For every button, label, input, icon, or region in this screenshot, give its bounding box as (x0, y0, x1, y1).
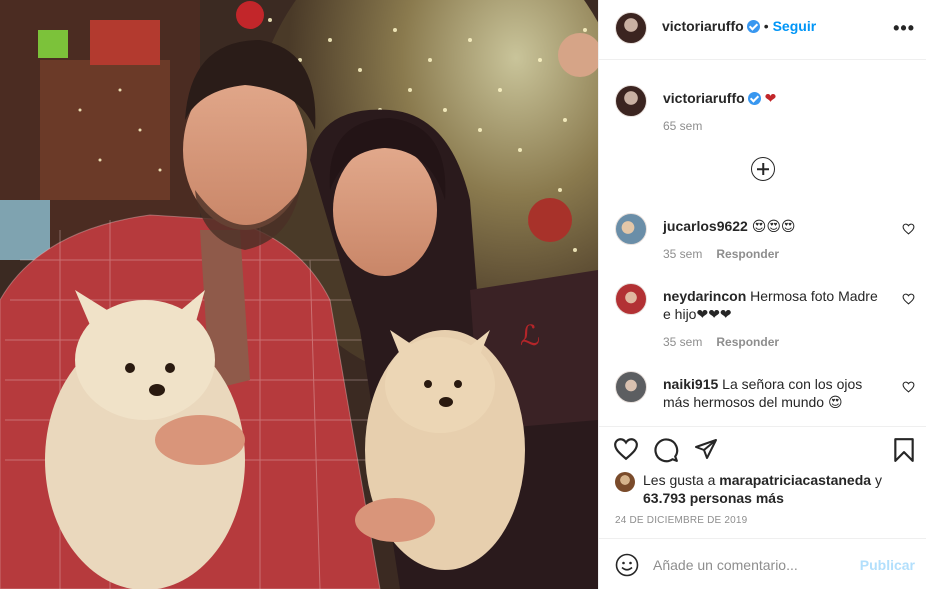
comment-time[interactable]: 35 sem (663, 335, 702, 349)
liker-avatar[interactable] (615, 472, 635, 492)
post-date[interactable]: 24 DE DICIEMBRE DE 2019 (615, 515, 747, 526)
comment-input[interactable] (653, 553, 853, 577)
likes-text: Les gusta a marapatriciacastaneda y 63.7… (643, 471, 913, 507)
comment-meta: 35 sem Responder (663, 335, 793, 349)
likes-prefix: Les gusta a (643, 472, 716, 488)
load-more-comments-button[interactable] (751, 157, 775, 181)
like-heart-icon[interactable] (613, 437, 639, 461)
comment-text-line: jucarlos9622 😍😍😍 (663, 217, 887, 235)
comment-username[interactable]: naiki915 (663, 376, 718, 392)
comment-avatar[interactable] (615, 283, 647, 315)
caption-username[interactable]: victoriaruffo (663, 90, 745, 106)
comment-text-line: neydarincon Hermosa foto Madre e hijo❤❤❤ (663, 287, 887, 323)
comment-text: 😍😍😍 (751, 218, 796, 234)
emoji-smile-icon[interactable] (615, 553, 639, 577)
photo-illustration: ℒ (0, 0, 598, 589)
comment-text-line: naiki915 La señora con los ojos más herm… (663, 375, 887, 411)
separator-dot: • (763, 18, 769, 34)
comment-time[interactable]: 35 sem (663, 247, 702, 261)
caption: victoriaruffo ❤ 65 sem (615, 85, 915, 145)
like-comment-heart-icon[interactable] (902, 223, 915, 235)
post-side-panel: victoriaruffo • Seguir ••• victoriaruffo ❤… (598, 0, 926, 589)
caption-avatar[interactable] (615, 85, 647, 117)
caption-time[interactable]: 65 sem (663, 119, 702, 133)
add-comment-bar: Publicar (599, 538, 926, 589)
comment-item: neydarincon Hermosa foto Madre e hijo❤❤❤… (615, 283, 915, 363)
share-paper-plane-icon[interactable] (694, 437, 718, 461)
publish-button[interactable]: Publicar (860, 557, 915, 573)
author-username[interactable]: victoriaruffo (662, 18, 744, 34)
liker-username[interactable]: marapatriciacastaneda (719, 472, 871, 488)
save-bookmark-icon[interactable] (893, 437, 915, 463)
more-options-icon[interactable]: ••• (893, 18, 915, 39)
likes-count[interactable]: 63.793 personas más (643, 490, 784, 506)
post-actions: Les gusta a marapatriciacastaneda y 63.7… (599, 426, 926, 538)
comment-bubble-icon[interactable] (653, 437, 679, 463)
comment-meta: 35 sem Responder (663, 247, 793, 261)
comment-item: jucarlos9622 😍😍😍 35 sem Responder (615, 213, 915, 273)
svg-text:ℒ: ℒ (520, 319, 540, 352)
post-photo[interactable]: ℒ (0, 0, 598, 589)
verified-badge-icon (747, 92, 761, 105)
caption-text-line: victoriaruffo ❤ (663, 89, 887, 107)
comments-list[interactable]: victoriaruffo ❤ 65 sem jucarlos9622 😍😍😍 … (599, 61, 926, 426)
follow-button[interactable]: Seguir (773, 18, 817, 34)
post-header: victoriaruffo • Seguir ••• (599, 0, 926, 60)
like-comment-heart-icon[interactable] (902, 381, 915, 393)
comment-avatar[interactable] (615, 213, 647, 245)
likes-conjunction: y (874, 472, 882, 488)
like-comment-heart-icon[interactable] (902, 293, 915, 305)
author-avatar[interactable] (615, 12, 647, 44)
comment-item: naiki915 La señora con los ojos más herm… (615, 371, 915, 426)
reply-button[interactable]: Responder (716, 247, 779, 261)
author-line: victoriaruffo • Seguir (662, 18, 816, 34)
verified-badge-icon (746, 20, 760, 33)
caption-meta: 65 sem (663, 119, 716, 133)
comment-username[interactable]: jucarlos9622 (663, 218, 748, 234)
reply-button[interactable]: Responder (716, 335, 779, 349)
caption-text: ❤ (764, 90, 777, 106)
comment-username[interactable]: neydarincon (663, 288, 746, 304)
comment-avatar[interactable] (615, 371, 647, 403)
